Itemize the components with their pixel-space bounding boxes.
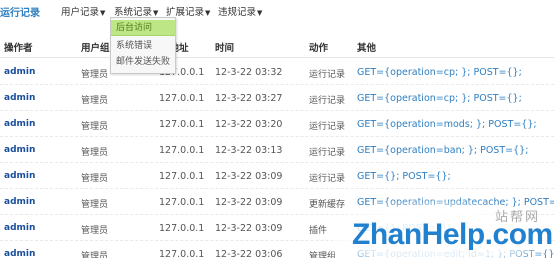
- user-group-cell: 管理员: [81, 252, 109, 258]
- ip-cell: 127.0.0.1: [159, 119, 205, 130]
- table-row: admin 管理员 127.0.0.1 12-3-22 03:27 运行记录 G…: [0, 84, 554, 111]
- table-row: admin 管理员 127.0.0.1 12-3-22 03:09 运行记录 G…: [0, 162, 554, 189]
- chevron-down-icon: ▼: [257, 9, 263, 17]
- other-cell: GET={operation=mods; }; POST={};: [357, 119, 537, 130]
- ip-cell: 127.0.0.1: [159, 145, 205, 156]
- ip-cell: 127.0.0.1: [159, 249, 205, 258]
- operator-link[interactable]: admin: [4, 93, 35, 103]
- top-nav: 运行记录 用户记录▼ 系统记录▼ 扩展记录▼ 违规记录▼: [0, 0, 554, 20]
- chevron-down-icon: ▼: [153, 9, 159, 17]
- ip-cell: 127.0.0.1: [159, 197, 205, 208]
- time-cell: 12-3-22 03:13: [215, 145, 283, 156]
- nav-user-records-label: 用户记录: [61, 7, 100, 18]
- system-records-dropdown: 后台访问 系统错误 邮件发送失败: [110, 17, 176, 74]
- table-row: admin 管理员 127.0.0.1 12-3-22 03:09 更新缓存 G…: [0, 188, 554, 215]
- time-cell: 12-3-22 03:09: [215, 171, 283, 182]
- nav-violation-records-label: 违规记录: [218, 7, 257, 18]
- header-user-group: 用户组: [81, 43, 110, 54]
- table-row: admin 管理员 127.0.0.1 12-3-22 03:32 运行记录 G…: [0, 58, 554, 85]
- table-header: 操作者 用户组 IP地址 时间 动作 其他: [0, 35, 554, 58]
- table-row: admin 管理员 127.0.0.1 12-3-22 03:13 运行记录 G…: [0, 136, 554, 163]
- table-row: admin 管理员 127.0.0.1 12-3-22 03:06 管理组 GE…: [0, 240, 554, 258]
- operator-link[interactable]: admin: [4, 223, 35, 233]
- header-time: 时间: [215, 43, 235, 54]
- time-cell: 12-3-22 03:27: [215, 93, 283, 104]
- user-group-cell: 管理员: [81, 96, 109, 106]
- header-operator: 操作者: [4, 43, 33, 54]
- other-cell: GET={operation=ban; }; POST={};: [357, 145, 529, 156]
- dropdown-item-admin-access[interactable]: 后台访问: [111, 20, 175, 36]
- time-cell: 12-3-22 03:06: [215, 249, 283, 258]
- user-group-cell: 管理员: [81, 226, 109, 236]
- action-cell: 运行记录: [309, 174, 346, 184]
- dropdown-item-mail-failed[interactable]: 邮件发送失败: [111, 54, 175, 70]
- other-cell: GET={operation=edit; id=1; }; POST={};: [357, 249, 554, 258]
- header-action: 动作: [309, 43, 329, 54]
- operator-link[interactable]: admin: [4, 249, 35, 258]
- table-row: admin 管理员 127.0.0.1 12-3-22 03:20 运行记录 G…: [0, 110, 554, 137]
- operator-link[interactable]: admin: [4, 197, 35, 207]
- run-log-page: 运行记录 用户记录▼ 系统记录▼ 扩展记录▼ 违规记录▼ 后台访问 系统错误 邮…: [0, 0, 554, 258]
- action-cell: 更新缓存: [309, 200, 346, 210]
- nav-violation-records[interactable]: 违规记录▼: [218, 4, 262, 18]
- operator-link[interactable]: admin: [4, 145, 35, 155]
- time-cell: 12-3-22 03:20: [215, 119, 283, 130]
- other-cell: GET={}; POST={};: [357, 223, 451, 234]
- user-group-cell: 管理员: [81, 122, 109, 132]
- time-cell: 12-3-22 03:32: [215, 67, 283, 78]
- dropdown-item-system-error[interactable]: 系统错误: [111, 38, 175, 54]
- action-cell: 插件: [309, 226, 328, 236]
- user-group-cell: 管理员: [81, 174, 109, 184]
- nav-extension-records[interactable]: 扩展记录▼: [166, 4, 210, 18]
- table-row: admin 管理员 127.0.0.1 12-3-22 03:09 插件 GET…: [0, 214, 554, 241]
- other-cell: GET={operation=updatecache; }; POST={};: [357, 197, 554, 208]
- nav-title-run-log[interactable]: 运行记录: [0, 4, 40, 19]
- operator-link[interactable]: admin: [4, 67, 35, 77]
- ip-cell: 127.0.0.1: [159, 171, 205, 182]
- user-group-cell: 管理员: [81, 148, 109, 158]
- operator-link[interactable]: admin: [4, 171, 35, 181]
- ip-cell: 127.0.0.1: [159, 93, 205, 104]
- chevron-down-icon: ▼: [100, 9, 106, 17]
- other-cell: GET={operation=cp; }; POST={};: [357, 93, 522, 104]
- chevron-down-icon: ▼: [205, 9, 211, 17]
- action-cell: 运行记录: [309, 96, 346, 106]
- time-cell: 12-3-22 03:09: [215, 223, 283, 234]
- other-cell: GET={}; POST={};: [357, 171, 451, 182]
- other-cell: GET={operation=cp; }; POST={};: [357, 67, 522, 78]
- header-other: 其他: [357, 43, 377, 54]
- action-cell: 运行记录: [309, 122, 346, 132]
- nav-system-records[interactable]: 系统记录▼: [114, 4, 158, 18]
- action-cell: 管理组: [309, 252, 337, 258]
- user-group-cell: 管理员: [81, 200, 109, 210]
- ip-cell: 127.0.0.1: [159, 223, 205, 234]
- action-cell: 运行记录: [309, 148, 346, 158]
- user-group-cell: 管理员: [81, 70, 109, 80]
- time-cell: 12-3-22 03:09: [215, 197, 283, 208]
- action-cell: 运行记录: [309, 70, 346, 80]
- operator-link[interactable]: admin: [4, 119, 35, 129]
- nav-user-records[interactable]: 用户记录▼: [61, 4, 105, 18]
